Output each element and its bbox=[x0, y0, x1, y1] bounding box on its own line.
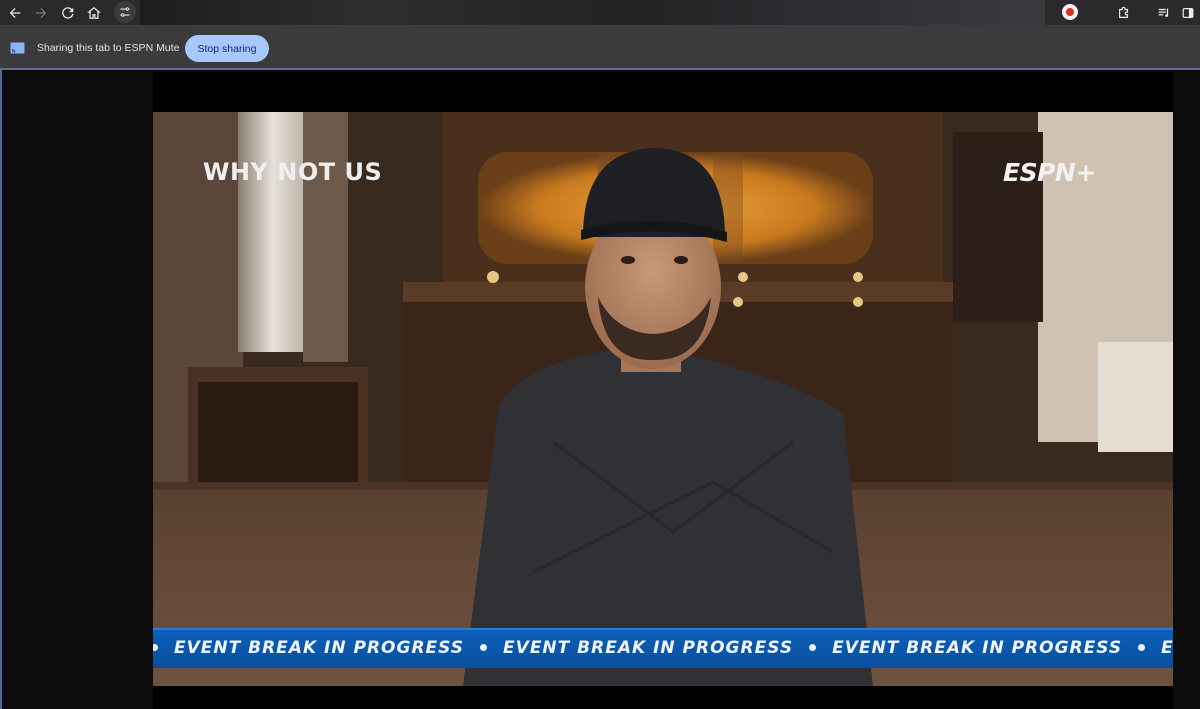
ticker-message: EVENT B bbox=[1161, 638, 1173, 658]
event-break-ticker: EVENT BREAK IN PROGRESS EVENT BREAK IN PR… bbox=[153, 628, 1173, 668]
side-panel-icon bbox=[1182, 8, 1194, 18]
espn-plus-logo: ESPN+ bbox=[1003, 158, 1096, 187]
cast-icon bbox=[10, 41, 25, 54]
extensions-button[interactable] bbox=[1113, 2, 1135, 24]
forward-button[interactable] bbox=[30, 2, 52, 24]
arrow-left-icon bbox=[9, 8, 21, 18]
side-panel-button[interactable] bbox=[1177, 2, 1199, 24]
ticker-message: EVENT BREAK IN PROGRESS bbox=[174, 638, 465, 658]
ticker-track: EVENT BREAK IN PROGRESS EVENT BREAK IN PR… bbox=[153, 638, 1173, 658]
record-icon[interactable] bbox=[1062, 4, 1078, 20]
ticker-separator bbox=[480, 643, 488, 651]
sharing-border bbox=[0, 70, 2, 709]
ticker-separator bbox=[809, 643, 817, 651]
arrow-right-icon bbox=[35, 8, 47, 18]
home-button[interactable] bbox=[83, 2, 105, 24]
ticker-separator bbox=[153, 643, 158, 651]
sharing-status-text: Sharing this tab to ESPN Mute bbox=[37, 42, 180, 54]
queue-music-icon bbox=[1158, 8, 1169, 18]
home-icon bbox=[87, 6, 101, 19]
browser-toolbar bbox=[0, 0, 1200, 25]
ticker-message: EVENT BREAK IN PROGRESS bbox=[503, 638, 794, 658]
video-player[interactable]: WHY NOT US ESPN+ EVENT BREAK IN PROGRESS… bbox=[153, 112, 1173, 686]
show-title: WHY NOT US bbox=[203, 158, 383, 186]
ticker-message: EVENT BREAK IN PROGRESS bbox=[832, 638, 1123, 658]
tab-sharing-infobar: Sharing this tab to ESPN Mute Stop shari… bbox=[0, 25, 1200, 70]
reload-button[interactable] bbox=[57, 2, 79, 24]
site-info-button[interactable] bbox=[114, 1, 136, 23]
ticker-separator bbox=[1138, 643, 1146, 651]
stop-sharing-button[interactable]: Stop sharing bbox=[185, 35, 269, 62]
back-button[interactable] bbox=[4, 2, 26, 24]
video-frame-image bbox=[153, 112, 1173, 686]
browser-window: Sharing this tab to ESPN Mute Stop shari… bbox=[0, 0, 1200, 709]
tune-icon bbox=[120, 7, 130, 17]
reload-icon bbox=[62, 7, 74, 19]
puzzle-icon bbox=[1119, 6, 1129, 18]
media-button[interactable] bbox=[1153, 2, 1175, 24]
address-bar[interactable] bbox=[140, 0, 1045, 25]
